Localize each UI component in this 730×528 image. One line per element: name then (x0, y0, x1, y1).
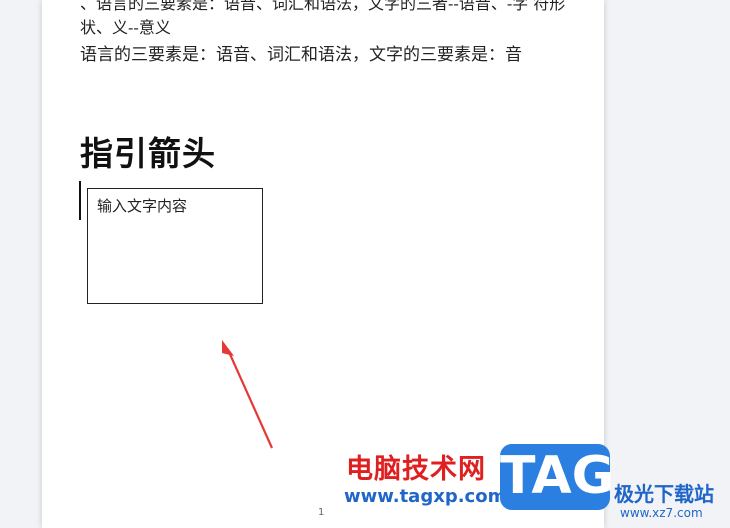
watermark: 电脑技术网 www.tagxp.com TAG 极光下载站 www.xz7.co… (340, 440, 730, 528)
tag-logo-text: TAG (500, 446, 615, 506)
tag-logo-icon: TAG (500, 444, 615, 510)
watermark-brand: 极光下载站 (614, 482, 714, 506)
watermark-title: 电脑技术网 (346, 454, 486, 485)
watermark-brand-url: www.xz7.com (620, 506, 703, 520)
watermark-url: www.tagxp.com (344, 486, 507, 507)
